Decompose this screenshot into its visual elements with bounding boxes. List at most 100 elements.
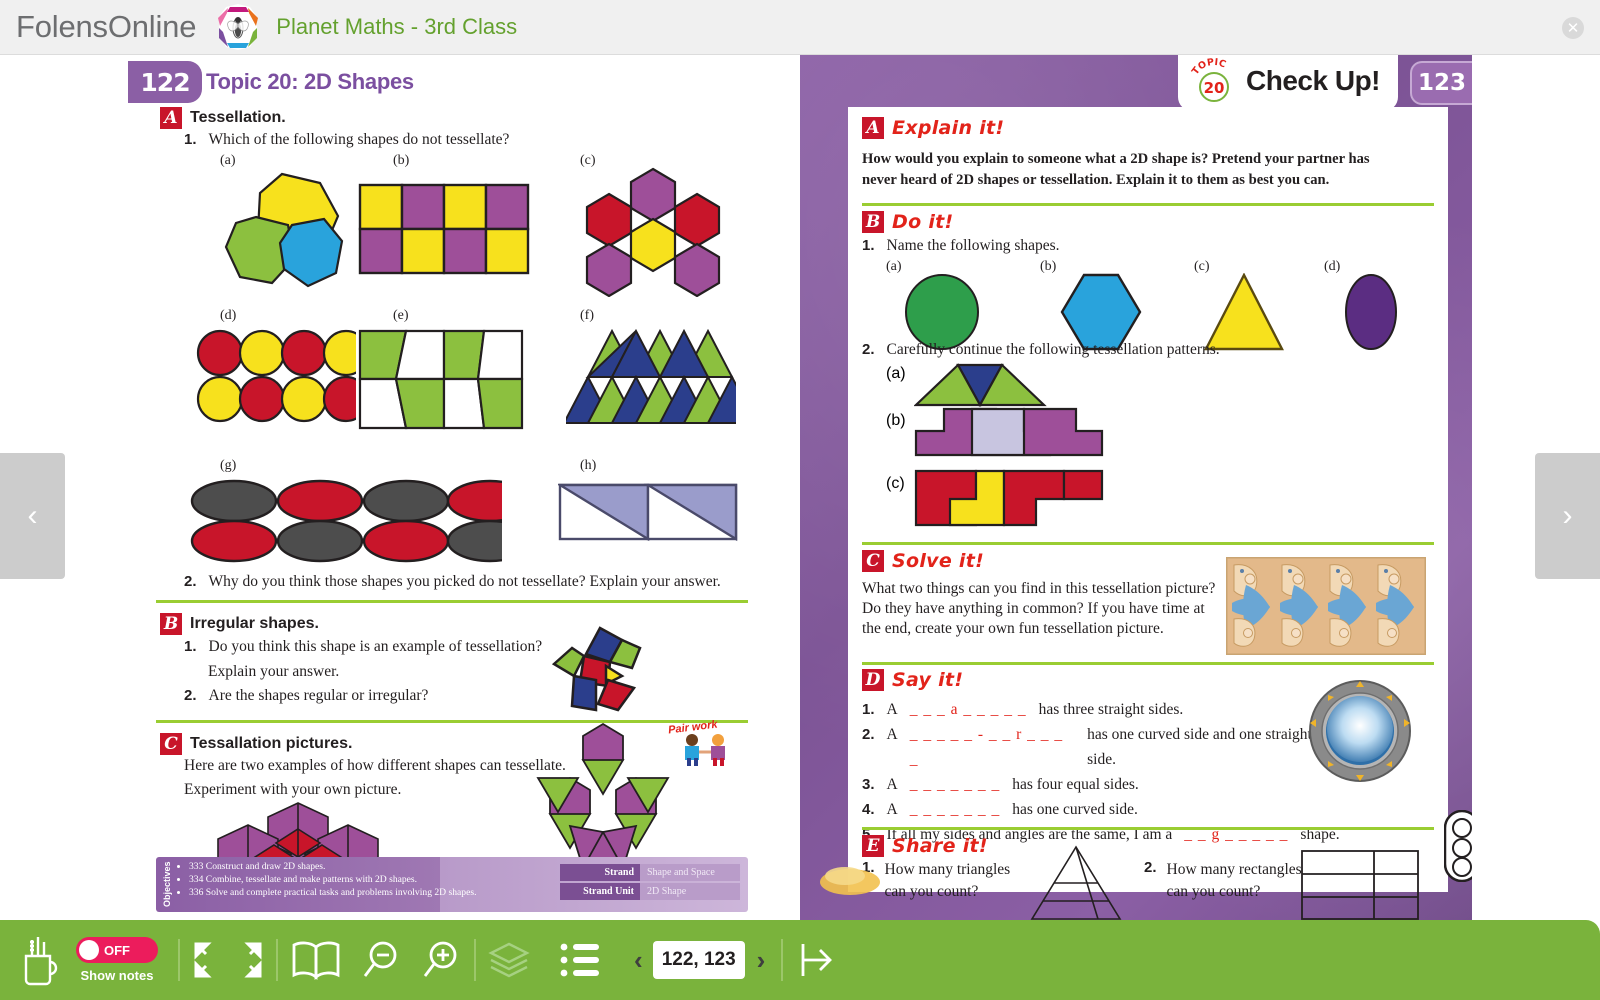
shape-g-ellipses <box>190 479 502 563</box>
close-icon[interactable]: ✕ <box>1562 17 1584 39</box>
objective-item: 334 Combine, tessellate and make pattern… <box>189 873 528 886</box>
app-header: FolensOnline Planet Maths - 3rd Class ✕ <box>0 0 1600 55</box>
body-line: What two things can you find in this tes… <box>862 580 1216 597</box>
show-notes-toggle[interactable]: OFF Show notes <box>76 937 158 983</box>
escher-tessellation-image <box>1226 557 1426 655</box>
strand-key: Strand <box>560 864 640 881</box>
blue-hexagon-shape <box>1060 273 1142 351</box>
question-text: Carefully continue the following tessell… <box>886 341 1220 358</box>
say-it-item: 2. A _ _ _ _ _ - _ _ r _ _ _ _ has one c… <box>862 722 1342 772</box>
section-a-title: Explain it! <box>892 117 1005 139</box>
blank-field[interactable]: _ _ g _ _ _ _ _ <box>1184 822 1288 847</box>
blank-field[interactable]: _ _ _ a _ _ _ _ _ <box>910 697 1027 722</box>
zoom-out-icon[interactable] <box>360 939 402 981</box>
irregular-shape-illustration <box>551 626 642 712</box>
pattern-b-tshapes <box>914 407 1104 457</box>
page-right[interactable]: 123 20 TOPIC Check Up! A Explain it! How… <box>800 55 1472 920</box>
section-badge-b: B <box>862 211 884 233</box>
exit-fullscreen-icon[interactable] <box>230 940 264 980</box>
section-divider <box>862 203 1434 206</box>
objective-item: 336 Solve and complete practical tasks a… <box>189 886 528 899</box>
page-number-right: 123 <box>1410 61 1472 105</box>
pattern-label-a: (a) <box>886 365 906 382</box>
blank-field[interactable]: _ _ _ _ _ _ _ <box>910 797 1001 822</box>
section-c-header-right: C Solve it! <box>862 550 984 572</box>
pencil-cup-icon[interactable] <box>18 934 62 986</box>
section-e-title: Share it! <box>892 835 988 857</box>
check-up-title: Check Up! <box>1246 65 1380 96</box>
named-shapes-row: (a) (b) (c) (d) <box>862 259 1432 351</box>
section-a-title: Tessellation. <box>190 109 286 126</box>
say-it-list: 1. A _ _ _ a _ _ _ _ _ has three straigh… <box>862 697 1342 847</box>
exit-arrow-icon[interactable] <box>795 939 837 981</box>
previous-page-button[interactable]: ‹ <box>634 945 643 976</box>
tessellation-shape-grid: (a) (b) (c) (d) (e) (f) (g) (h) <box>168 153 778 563</box>
question-line: How many triangles <box>884 861 1011 878</box>
shape-label-e: (e) <box>393 308 409 323</box>
previous-spread-button[interactable]: ‹ <box>0 453 65 579</box>
toolbar-divider <box>474 939 476 981</box>
question-b1: 1. Do you think this shape is an example… <box>184 638 542 656</box>
book-spread: 122 Topic 20: 2D Shapes A Tessellation. … <box>128 55 1472 920</box>
next-page-button[interactable]: › <box>757 945 766 976</box>
body-line: never heard of 2D shapes or tessellation… <box>862 172 1330 188</box>
section-d-title: Say it! <box>892 669 964 691</box>
strand-unit-value: 2D Shape <box>640 883 740 900</box>
zoom-in-icon[interactable] <box>420 939 462 981</box>
shape-label-a: (a) <box>220 153 236 168</box>
book-spread-icon[interactable] <box>290 939 342 981</box>
shape-label-h: (h) <box>580 458 597 473</box>
question-text: Name the following shapes. <box>886 237 1060 254</box>
section-c-title: Tessallation pictures. <box>190 735 353 752</box>
blank-field[interactable]: _ _ _ _ _ _ _ <box>910 772 1001 797</box>
section-divider <box>862 542 1434 545</box>
page-number-input[interactable]: 122, 123 <box>652 941 745 979</box>
section-badge-d: D <box>862 669 884 691</box>
objectives-list: 333 Construct and draw 2D shapes. 334 Co… <box>178 860 528 900</box>
solve-it-body: What two things can you find in this tes… <box>862 579 1222 639</box>
purple-oval-shape <box>1345 274 1397 350</box>
traffic-light-widget-right[interactable] <box>1444 810 1472 882</box>
fullscreen-icon[interactable] <box>192 940 226 980</box>
blank-field[interactable]: _ _ _ _ _ - _ _ r _ _ _ _ <box>910 722 1075 772</box>
section-badge-a: A <box>862 117 884 139</box>
question-number: 2. <box>184 687 197 704</box>
question-a2: 2. Why do you think those shapes you pic… <box>184 573 721 591</box>
show-notes-label: Show notes <box>80 968 154 983</box>
body-line: How would you explain to someone what a … <box>862 151 1370 167</box>
question-b2-right: 2. Carefully continue the following tess… <box>862 341 1220 359</box>
shape-h-right-triangles <box>558 483 738 542</box>
question-line: How many rectangles <box>1166 861 1302 878</box>
page-number-left: 122 <box>128 61 202 103</box>
shape-b-checkerboard <box>358 183 530 275</box>
green-circle-shape <box>905 274 979 350</box>
say-it-item: 1. A _ _ _ a _ _ _ _ _ has three straigh… <box>862 697 1342 722</box>
check-up-header: 20 TOPIC Check Up! <box>1178 55 1398 111</box>
strand-unit-row: Strand Unit 2D Shape <box>560 883 740 900</box>
page-left[interactable]: 122 Topic 20: 2D Shapes A Tessellation. … <box>128 55 800 920</box>
chevron-left-icon: ‹ <box>27 499 38 532</box>
notes-switch[interactable]: OFF <box>76 937 158 963</box>
question-text: Explain your answer. <box>208 663 340 680</box>
question-number: 1. <box>184 131 197 148</box>
objectives-label: Objectives <box>162 861 172 908</box>
question-text: Why do you think those shapes you picked… <box>208 573 721 590</box>
subject-title: Planet Maths - 3rd Class <box>276 14 518 39</box>
shape-label-d: (d) <box>1324 259 1341 274</box>
section-badge-a: A <box>160 107 182 129</box>
next-spread-button[interactable]: › <box>1535 453 1600 579</box>
question-a1: 1. Which of the following shapes do not … <box>184 131 509 149</box>
balloon-decoration-icon <box>820 867 880 895</box>
strand-unit-key: Strand Unit <box>560 883 640 900</box>
layers-icon[interactable] <box>488 939 530 981</box>
shape-label-f: (f) <box>580 308 594 323</box>
section-c-header: C Tessallation pictures. <box>160 733 352 755</box>
section-divider <box>156 600 748 603</box>
contents-list-icon[interactable] <box>560 941 600 979</box>
section-b-title: Do it! <box>892 211 954 233</box>
svg-text:20: 20 <box>1204 79 1225 97</box>
topic-stamp-icon: 20 TOPIC <box>1190 57 1229 102</box>
section-badge-b: B <box>160 613 182 635</box>
strand-value: Shape and Space <box>640 864 740 881</box>
pattern-a-triangles <box>914 363 1047 408</box>
